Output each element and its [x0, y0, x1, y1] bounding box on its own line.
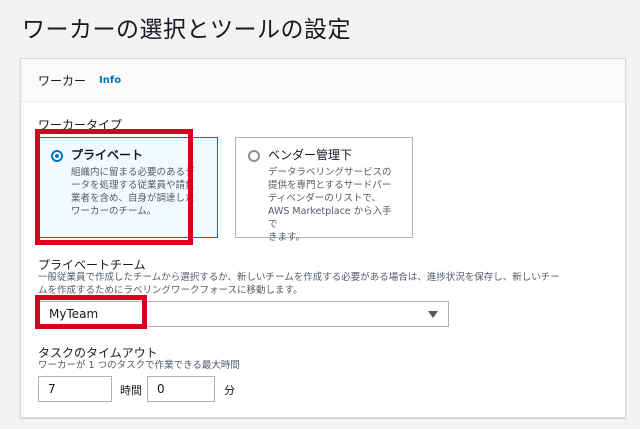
radio-unselected-icon[interactable] — [248, 150, 260, 162]
timeout-minutes-input[interactable]: 0 — [147, 376, 215, 402]
workers-panel: ワーカー Info ワーカータイプ プライベート 組織内に留まる必要のあるデ ー… — [20, 58, 626, 418]
info-link[interactable]: Info — [99, 75, 121, 86]
hours-unit-label: 時間 — [120, 384, 142, 397]
private-team-desc-line: 一般従業員で作成したチームから選択するか、新しいチームを作成する必要がある場合は… — [38, 272, 560, 283]
minutes-unit-label: 分 — [224, 384, 235, 397]
panel-header: ワーカー Info — [21, 59, 625, 102]
private-desc-line: 組織内に留まる必要のあるデ — [71, 167, 195, 178]
vendor-desc-line: データラベリングサービスの — [268, 167, 392, 178]
private-team-description: 一般従業員で作成したチームから選択するか、新しいチームを作成する必要がある場合は… — [38, 271, 618, 297]
private-desc-line: ータを処理する従業員や請負 — [71, 180, 195, 191]
worker-type-private-tile[interactable]: プライベート 組織内に留まる必要のあるデ ータを処理する従業員や請負 業者を含め… — [38, 137, 218, 238]
vendor-desc-line: きます。 — [268, 232, 306, 243]
private-team-desc-line: ムを作成するためにラベリングワークフォースに移動します。 — [38, 285, 303, 296]
private-team-select[interactable]: MyTeam — [38, 301, 449, 327]
private-tile-title: プライベート — [71, 148, 144, 162]
worker-type-vendor-tile[interactable]: ベンダー管理下 データラベリングサービスの 提供を専門とするサードパー ティベン… — [235, 137, 413, 243]
panel-title: ワーカー — [38, 73, 87, 88]
private-tile-description: 組織内に留まる必要のあるデ ータを処理する従業員や請負 業者を含め、自身が調達し… — [71, 166, 205, 218]
page-title: ワーカーの選択とツールの設定 — [22, 17, 351, 43]
vendor-desc-line: AWS Marketplace から入手で — [268, 206, 392, 230]
vendor-desc-line: 提供を専門とするサードパー — [268, 180, 392, 191]
vendor-tile-description: データラベリングサービスの 提供を専門とするサードパー ティベンダーのリストで、… — [268, 166, 400, 244]
caret-down-icon[interactable] — [428, 310, 438, 318]
private-team-selected-value: MyTeam — [49, 307, 99, 321]
private-desc-line: ワーカーのチーム。 — [71, 206, 157, 217]
private-desc-line: 業者を含め、自身が調達した — [71, 193, 195, 204]
radio-selected-icon[interactable] — [51, 150, 63, 162]
worker-type-label: ワーカータイプ — [38, 118, 123, 132]
timeout-hours-input[interactable]: 7 — [38, 376, 112, 402]
task-timeout-description: ワーカーが 1 つのタスクで作業できる最大時間 — [38, 360, 240, 371]
vendor-tile-title: ベンダー管理下 — [268, 148, 353, 162]
vendor-desc-line: ティベンダーのリストで、 — [268, 193, 382, 204]
